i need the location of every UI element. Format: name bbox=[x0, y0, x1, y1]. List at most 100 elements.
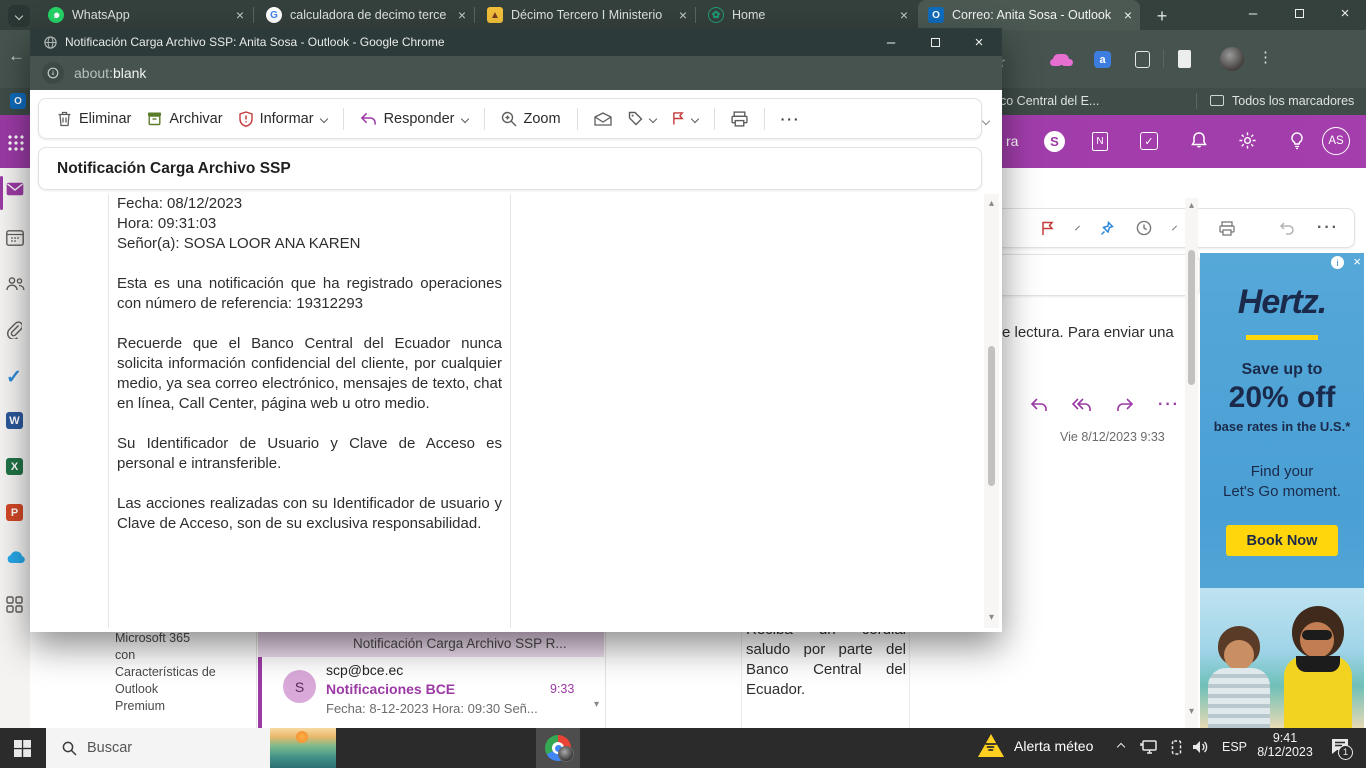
book-now-button[interactable]: Book Now bbox=[1226, 525, 1338, 556]
outlook-bookmark-icon[interactable]: O bbox=[10, 93, 26, 109]
ad-info-icon[interactable]: i bbox=[1331, 256, 1344, 269]
scroll-up-icon[interactable]: ▴ bbox=[1185, 200, 1198, 211]
browser-menu-icon[interactable]: ⋮ bbox=[1258, 48, 1273, 66]
scrollbar-thumb[interactable] bbox=[1188, 250, 1195, 385]
scroll-down-icon[interactable]: ▾ bbox=[984, 612, 999, 623]
list-scroll-down-icon[interactable]: ▾ bbox=[594, 699, 599, 710]
profile-avatar[interactable] bbox=[1220, 47, 1244, 71]
more-commands-icon[interactable]: ··· bbox=[781, 111, 801, 127]
flag-button[interactable] bbox=[672, 111, 698, 126]
reply-button[interactable]: Responder bbox=[360, 111, 468, 127]
popup-close-button[interactable]: × bbox=[964, 29, 994, 55]
message-header-card bbox=[995, 254, 1200, 296]
print-icon[interactable] bbox=[1219, 221, 1235, 236]
extension-pink-icon[interactable] bbox=[1053, 54, 1069, 65]
page-info-icon[interactable] bbox=[42, 62, 64, 84]
settings-gear-icon[interactable] bbox=[1238, 131, 1257, 150]
tab-home[interactable]: ✿ Home × bbox=[698, 0, 916, 30]
notification-center-icon[interactable]: 1 bbox=[1330, 737, 1350, 755]
bookmark-item[interactable]: co Central del E... bbox=[1000, 94, 1099, 108]
tab-decimo-tercero[interactable]: ▲ Décimo Tercero I Ministerio × bbox=[477, 0, 695, 30]
account-avatar[interactable]: AS bbox=[1322, 127, 1350, 155]
tab-whatsapp[interactable]: WhatsApp × bbox=[38, 0, 252, 30]
popup-maximize-button[interactable] bbox=[920, 29, 950, 55]
tab-close-icon[interactable]: × bbox=[236, 7, 244, 23]
back-icon[interactable]: ← bbox=[8, 46, 25, 66]
archive-button[interactable]: Archivar bbox=[147, 111, 222, 127]
hertz-ad[interactable]: i × Hertz. Save up to 20% off base rates… bbox=[1200, 253, 1364, 728]
onedrive-cloud-icon[interactable] bbox=[6, 551, 24, 564]
tab-close-icon[interactable]: × bbox=[1124, 7, 1132, 23]
word-app-icon[interactable]: W bbox=[6, 412, 23, 429]
network-icon[interactable] bbox=[1140, 739, 1159, 756]
popup-address-bar[interactable]: about:blank bbox=[30, 56, 1002, 90]
zoom-button[interactable]: Zoom bbox=[501, 111, 561, 127]
email-list-item-highlighted[interactable]: Notificación Carga Archivo SSP R... bbox=[258, 632, 604, 657]
email-list-item-selected[interactable]: S scp@bce.ec Notificaciones BCE 9:33 Fec… bbox=[258, 657, 604, 728]
mail-icon[interactable] bbox=[6, 182, 24, 196]
weather-widget[interactable]: Alerta méteo bbox=[978, 734, 1093, 757]
translate-extension-icon[interactable]: a bbox=[1094, 51, 1111, 68]
tips-lightbulb-icon[interactable] bbox=[1288, 131, 1306, 150]
forward-icon[interactable] bbox=[1116, 398, 1134, 412]
reply-icon[interactable] bbox=[1030, 398, 1048, 412]
powerpoint-app-icon[interactable]: P bbox=[6, 504, 23, 521]
tab-close-icon[interactable]: × bbox=[458, 7, 466, 23]
extension-puzzle-icon[interactable] bbox=[1135, 51, 1150, 68]
scroll-down-icon[interactable]: ▾ bbox=[1185, 706, 1198, 717]
search-highlight-image[interactable] bbox=[270, 728, 336, 768]
tab-calculadora[interactable]: G calculadora de decimo terce × bbox=[256, 0, 474, 30]
chrome-taskbar-highlight[interactable] bbox=[536, 728, 580, 768]
notifications-bell-icon[interactable] bbox=[1190, 131, 1208, 150]
sidepanel-icon[interactable] bbox=[1178, 50, 1191, 68]
window-close-button[interactable]: × bbox=[1330, 0, 1360, 26]
tab-close-icon[interactable]: × bbox=[679, 7, 687, 23]
clock[interactable]: 9:41 8/12/2023 bbox=[1255, 731, 1315, 759]
tab-search-button[interactable] bbox=[8, 5, 30, 27]
popup-titlebar[interactable]: Notificación Carga Archivo SSP: Anita So… bbox=[30, 28, 1002, 56]
pin-icon[interactable] bbox=[1100, 221, 1114, 236]
window-maximize-button[interactable] bbox=[1284, 0, 1314, 26]
todo-check-icon[interactable]: ✓ bbox=[6, 366, 24, 389]
collapse-toolbar-icon[interactable] bbox=[982, 117, 990, 125]
excel-app-icon[interactable]: X bbox=[6, 458, 23, 475]
calendar-check-icon[interactable]: ✓ bbox=[1140, 132, 1158, 150]
start-button[interactable] bbox=[14, 740, 31, 757]
undo-icon[interactable] bbox=[1279, 221, 1295, 235]
onenote-icon[interactable]: N bbox=[1092, 132, 1108, 151]
page-scrollbar[interactable]: ▴ ▾ bbox=[1185, 198, 1198, 728]
app-launcher-icon[interactable] bbox=[7, 134, 24, 151]
volume-icon[interactable] bbox=[1192, 739, 1211, 755]
print-icon[interactable] bbox=[731, 111, 748, 127]
people-icon[interactable] bbox=[6, 276, 24, 291]
read-unread-icon[interactable] bbox=[594, 112, 612, 126]
categorize-button[interactable] bbox=[628, 111, 656, 126]
window-minimize-button[interactable]: – bbox=[1238, 0, 1268, 26]
calendar-icon[interactable] bbox=[6, 229, 24, 246]
popup-minimize-button[interactable]: – bbox=[876, 29, 906, 55]
delete-button[interactable]: Eliminar bbox=[57, 111, 131, 127]
phone-link-icon[interactable] bbox=[1168, 739, 1185, 756]
more-options-icon[interactable]: ··· bbox=[1317, 219, 1339, 237]
report-button[interactable]: Informar bbox=[239, 111, 327, 127]
new-tab-button[interactable]: + bbox=[1150, 4, 1174, 28]
skype-icon[interactable]: S bbox=[1044, 131, 1065, 152]
taskbar-search-box[interactable]: Buscar bbox=[46, 728, 336, 768]
scroll-up-icon[interactable]: ▴ bbox=[984, 198, 999, 209]
ad-close-icon[interactable]: × bbox=[1353, 254, 1361, 269]
reply-all-icon[interactable] bbox=[1072, 398, 1092, 412]
more-reply-options-icon[interactable]: ··· bbox=[1158, 396, 1180, 414]
tab-close-icon[interactable]: × bbox=[900, 7, 908, 23]
chevron-down-icon[interactable] bbox=[1172, 226, 1177, 231]
language-indicator[interactable]: ESP bbox=[1222, 740, 1247, 754]
flag-icon[interactable] bbox=[1041, 221, 1055, 236]
all-bookmarks-button[interactable]: Todos los marcadores bbox=[1232, 94, 1354, 108]
snooze-clock-icon[interactable] bbox=[1136, 220, 1152, 236]
chevron-down-icon[interactable] bbox=[1075, 226, 1080, 231]
tab-correo-active[interactable]: O Correo: Anita Sosa - Outlook × bbox=[918, 0, 1140, 30]
tray-expand-icon[interactable] bbox=[1117, 743, 1125, 751]
more-apps-icon[interactable] bbox=[6, 596, 24, 613]
message-scrollbar[interactable]: ▴ ▾ bbox=[984, 194, 999, 628]
scrollbar-thumb[interactable] bbox=[988, 346, 995, 486]
attachments-paperclip-icon[interactable] bbox=[6, 321, 24, 339]
